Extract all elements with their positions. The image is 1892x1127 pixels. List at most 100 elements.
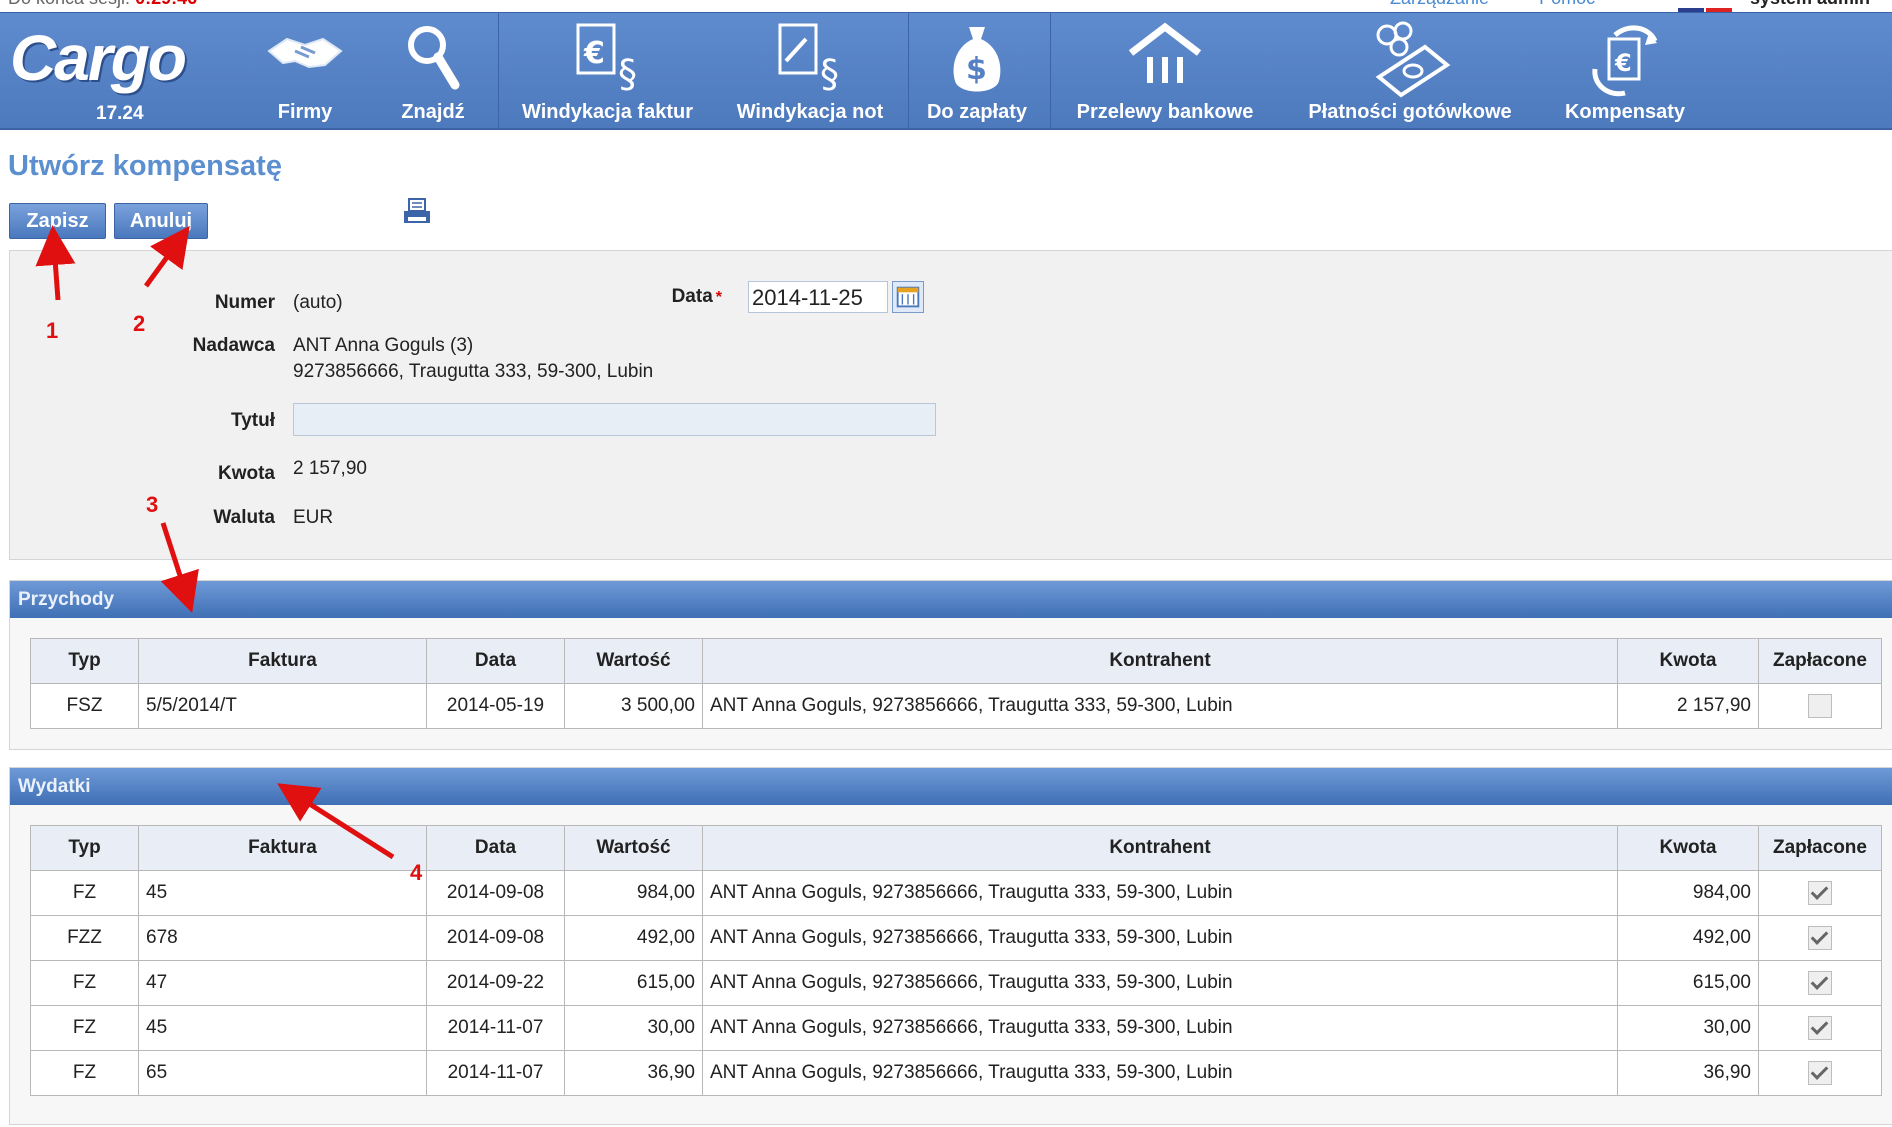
magnifier-icon bbox=[408, 26, 460, 90]
date-label: Data * bbox=[671, 286, 722, 307]
table-row: FZ 47 2014-09-22 615,00 ANT Anna Goguls,… bbox=[30, 960, 1882, 1006]
nav-windykacja-not[interactable]: § Windykacja not bbox=[715, 13, 905, 128]
col-kwota: Kwota bbox=[1617, 825, 1759, 871]
amount-value: 2 157,90 bbox=[293, 458, 367, 479]
paid-checkbox[interactable] bbox=[1808, 926, 1832, 950]
nav-znajdz[interactable]: Znajdź bbox=[385, 13, 481, 128]
cell-kontrahent: ANT Anna Goguls, 9273856666, Traugutta 3… bbox=[702, 870, 1618, 916]
table-row: FZ 65 2014-11-07 36,90 ANT Anna Goguls, … bbox=[30, 1050, 1882, 1096]
cell-data: 2014-11-07 bbox=[426, 1005, 565, 1051]
nav-do-zaplaty[interactable]: $ Do zapłaty bbox=[917, 13, 1037, 128]
cell-typ: FSZ bbox=[30, 683, 139, 729]
expenses-table: Typ Faktura Data Wartość Kontrahent Kwot… bbox=[30, 825, 1882, 1096]
print-icon[interactable] bbox=[402, 197, 432, 227]
amount-label: Kwota bbox=[218, 463, 275, 484]
nav-label: Płatności gotówkowe bbox=[1308, 101, 1512, 123]
title-label: Tytuł bbox=[231, 410, 275, 431]
manage-link[interactable]: Zarządzanie bbox=[1390, 0, 1489, 8]
paid-checkbox[interactable] bbox=[1808, 1016, 1832, 1040]
col-wartosc: Wartość bbox=[564, 638, 703, 684]
cell-typ: FZ bbox=[30, 960, 139, 1006]
col-typ: Typ bbox=[30, 638, 139, 684]
nav-platnosci-gotowkowe[interactable]: Płatności gotówkowe bbox=[1295, 13, 1525, 128]
calendar-icon[interactable] bbox=[892, 281, 924, 313]
table-row: FZ 45 2014-09-08 984,00 ANT Anna Goguls,… bbox=[30, 870, 1882, 916]
number-value: (auto) bbox=[293, 292, 343, 313]
cell-kontrahent: ANT Anna Goguls, 9273856666, Traugutta 3… bbox=[702, 1005, 1618, 1051]
paid-checkbox[interactable] bbox=[1808, 971, 1832, 995]
annotation-4: 4 bbox=[410, 860, 423, 885]
cell-kontrahent: ANT Anna Goguls, 9273856666, Traugutta 3… bbox=[702, 960, 1618, 1006]
cell-data: 2014-05-19 bbox=[426, 683, 565, 729]
date-field[interactable]: 2014-11-25 bbox=[748, 281, 888, 313]
paid-checkbox[interactable] bbox=[1808, 1061, 1832, 1085]
version-label: 17.24 bbox=[96, 103, 144, 124]
col-typ: Typ bbox=[30, 825, 139, 871]
title-field[interactable] bbox=[293, 403, 936, 436]
number-label: Numer bbox=[214, 292, 275, 313]
cell-zaplacone bbox=[1758, 915, 1882, 961]
cell-wartosc: 3 500,00 bbox=[564, 683, 703, 729]
cell-zaplacone bbox=[1758, 683, 1882, 729]
cell-faktura: 65 bbox=[138, 1050, 427, 1096]
nav-label: Windykacja faktur bbox=[522, 101, 693, 123]
nav-windykacja-faktur[interactable]: € § Windykacja faktur bbox=[510, 13, 705, 128]
col-kwota: Kwota bbox=[1617, 638, 1759, 684]
cell-kontrahent: ANT Anna Goguls, 9273856666, Traugutta 3… bbox=[702, 683, 1618, 729]
cell-zaplacone bbox=[1758, 960, 1882, 1006]
cell-faktura: 5/5/2014/T bbox=[138, 683, 427, 729]
page-title: Utwórz kompensatę bbox=[8, 150, 282, 182]
col-data: Data bbox=[426, 825, 565, 871]
sender-address: 9273856666, Traugutta 333, 59-300, Lubin bbox=[293, 361, 654, 382]
col-faktura: Faktura bbox=[138, 825, 427, 871]
nav-przelewy-bankowe[interactable]: Przelewy bankowe bbox=[1060, 13, 1270, 128]
svg-text:$: $ bbox=[966, 52, 987, 87]
language-flags[interactable] bbox=[1678, 0, 1734, 12]
cancel-button[interactable]: Anuluj bbox=[114, 203, 208, 239]
bank-icon bbox=[1128, 22, 1202, 83]
cell-data: 2014-11-07 bbox=[426, 1050, 565, 1096]
col-kontrahent: Kontrahent bbox=[702, 825, 1618, 871]
cargo-logo[interactable]: Cargo bbox=[10, 21, 187, 95]
col-data: Data bbox=[426, 638, 565, 684]
handshake-icon bbox=[267, 37, 343, 69]
annotation-1: 1 bbox=[46, 318, 59, 343]
money-bag-icon: $ bbox=[953, 27, 1001, 92]
cell-kwota: 984,00 bbox=[1617, 870, 1759, 916]
col-kontrahent: Kontrahent bbox=[702, 638, 1618, 684]
cell-faktura: 678 bbox=[138, 915, 427, 961]
paid-checkbox[interactable] bbox=[1808, 881, 1832, 905]
cell-kwota: 36,90 bbox=[1617, 1050, 1759, 1096]
expenses-section-header[interactable]: Wydatki bbox=[10, 768, 1892, 805]
table-row: FZZ 678 2014-09-08 492,00 ANT Anna Gogul… bbox=[30, 915, 1882, 961]
currency-label: Waluta bbox=[213, 507, 275, 528]
cell-faktura: 47 bbox=[138, 960, 427, 1006]
nav-label: Firmy bbox=[277, 101, 333, 123]
invoice-euro-paragraph-icon: € § bbox=[576, 23, 637, 93]
annotation-3: 3 bbox=[146, 492, 159, 517]
col-zaplacone: Zapłacone bbox=[1758, 638, 1882, 684]
paid-checkbox[interactable] bbox=[1808, 694, 1832, 718]
cell-wartosc: 30,00 bbox=[564, 1005, 703, 1051]
cell-data: 2014-09-08 bbox=[426, 915, 565, 961]
nav-separator bbox=[908, 13, 909, 128]
sender-name: ANT Anna Goguls (3) bbox=[293, 335, 474, 356]
nav-kompensaty[interactable]: € Kompensaty bbox=[1545, 13, 1705, 128]
svg-text:§: § bbox=[820, 52, 839, 93]
help-link[interactable]: Pomoc bbox=[1539, 0, 1595, 8]
cell-faktura: 45 bbox=[138, 1005, 427, 1051]
cell-zaplacone bbox=[1758, 1050, 1882, 1096]
session-info: Do końca sesji: 0:29:46 bbox=[8, 0, 197, 9]
table-header-row: Typ Faktura Data Wartość Kontrahent Kwot… bbox=[30, 638, 1882, 684]
save-button[interactable]: Zapisz bbox=[9, 203, 106, 239]
table-row: FSZ 5/5/2014/T 2014-05-19 3 500,00 ANT A… bbox=[30, 683, 1882, 729]
cell-typ: FZ bbox=[30, 1050, 139, 1096]
nav-firmy[interactable]: Firmy bbox=[255, 13, 355, 128]
nav-label: Windykacja not bbox=[736, 101, 884, 123]
annotation-2: 2 bbox=[133, 311, 146, 336]
nav-separator bbox=[1050, 13, 1051, 128]
income-section-header[interactable]: Przychody bbox=[10, 581, 1892, 618]
top-links: Zarządzanie Pomoc bbox=[1390, 0, 1640, 9]
cell-typ: FZZ bbox=[30, 915, 139, 961]
cell-kwota: 30,00 bbox=[1617, 1005, 1759, 1051]
